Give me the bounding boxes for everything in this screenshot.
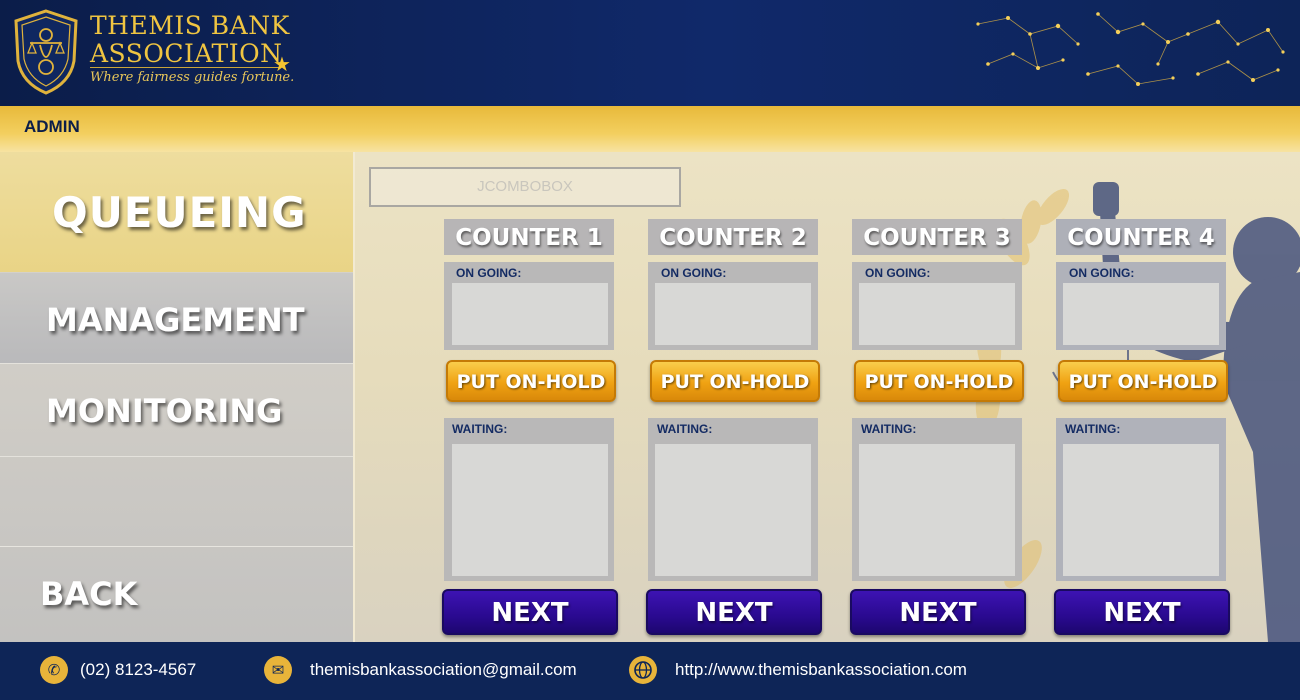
sidebar-divider — [0, 546, 353, 547]
counter-3-waiting-label: WAITING: — [861, 422, 917, 436]
counter-4-put-on-hold-button[interactable]: PUT ON-HOLD — [1058, 360, 1228, 402]
sidebar-item-monitoring[interactable]: MONITORING — [0, 364, 353, 457]
brand-name: THEMIS BANK ASSOCIATION — [90, 12, 290, 68]
phone-icon: ✆ — [40, 656, 68, 684]
counter-2-ongoing-box — [655, 283, 811, 345]
counter-3-ongoing-label: ON GOING: — [865, 266, 931, 280]
footer-website[interactable]: http://www.themisbankassociation.com — [675, 660, 967, 680]
brand-divider — [90, 67, 280, 68]
counter-3-waiting-list[interactable] — [859, 444, 1015, 576]
back-button-label: BACK — [40, 575, 138, 613]
brand-line-1: THEMIS BANK — [90, 11, 290, 40]
counter-4-title: COUNTER 4 — [1056, 219, 1226, 255]
brand-line-2: ASSOCIATION — [90, 39, 283, 68]
sidebar-item-label: MANAGEMENT — [46, 301, 305, 339]
counter-4-ongoing-label: ON GOING: — [1069, 266, 1135, 280]
globe-icon — [629, 656, 657, 684]
mail-icon: ✉ — [264, 656, 292, 684]
counter-3-put-on-hold-button[interactable]: PUT ON-HOLD — [854, 360, 1024, 402]
back-button[interactable]: BACK — [0, 560, 353, 630]
counter-4-ongoing-box — [1063, 283, 1219, 345]
counter-1-waiting-label: WAITING: — [452, 422, 508, 436]
counter-1-next-button[interactable]: NEXT — [442, 589, 618, 635]
counter-1-put-on-hold-button[interactable]: PUT ON-HOLD — [446, 360, 616, 402]
counter-3-next-button[interactable]: NEXT — [850, 589, 1026, 635]
counter-1-ongoing-label: ON GOING: — [456, 266, 522, 280]
counter-2-ongoing-label: ON GOING: — [661, 266, 727, 280]
brand-tagline: Where fairness guides fortune. — [90, 70, 295, 85]
counter-2-put-on-hold-button[interactable]: PUT ON-HOLD — [650, 360, 820, 402]
counter-2-title: COUNTER 2 — [648, 219, 818, 255]
counter-3-title: COUNTER 3 — [852, 219, 1022, 255]
counter-combobox[interactable]: JCOMBOBOX — [369, 167, 681, 207]
star-icon: ★ — [273, 52, 291, 76]
counter-4-waiting-list[interactable] — [1063, 444, 1219, 576]
counter-2-waiting-label: WAITING: — [657, 422, 713, 436]
footer-email[interactable]: themisbankassociation@gmail.com — [310, 660, 577, 680]
counter-4-waiting-label: WAITING: — [1065, 422, 1121, 436]
sidebar-item-management[interactable]: MANAGEMENT — [0, 273, 353, 364]
counter-2-waiting-list[interactable] — [655, 444, 811, 576]
counter-1-ongoing-box — [452, 283, 608, 345]
sidebar-item-queueing[interactable]: QUEUEING — [0, 152, 353, 272]
counter-2-next-button[interactable]: NEXT — [646, 589, 822, 635]
counter-1-waiting-list[interactable] — [452, 444, 608, 576]
admin-label: ADMIN — [24, 117, 80, 136]
admin-bar — [0, 106, 1300, 152]
sidebar-item-label: QUEUEING — [52, 188, 307, 237]
footer-phone: (02) 8123-4567 — [80, 660, 197, 679]
sidebar-item-label: MONITORING — [46, 392, 283, 430]
counter-1-title: COUNTER 1 — [444, 219, 614, 255]
counter-3-ongoing-box — [859, 283, 1015, 345]
counter-4-next-button[interactable]: NEXT — [1054, 589, 1230, 635]
constellation-decoration — [976, 12, 1285, 86]
lady-justice-shield-icon — [14, 9, 78, 95]
